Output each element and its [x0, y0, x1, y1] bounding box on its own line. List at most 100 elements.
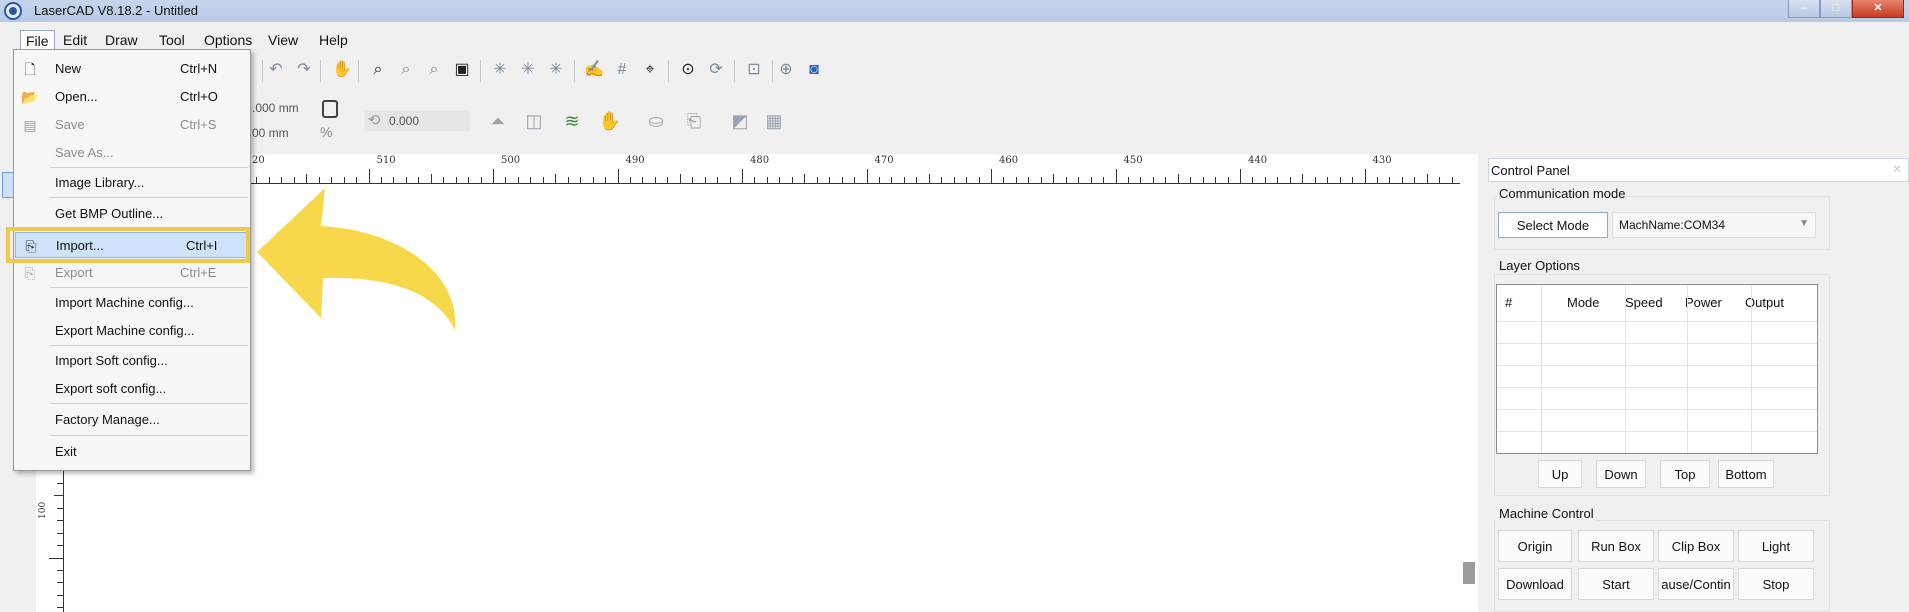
layer-top-button[interactable]: Top [1660, 460, 1710, 488]
curve-tool-icon[interactable]: ⌖ [640, 60, 660, 80]
menu-item-exit[interactable]: Exit [15, 439, 249, 465]
zoom-window-icon[interactable]: ⌕ [424, 60, 444, 80]
ungroup-icon[interactable]: ◩ [728, 109, 752, 133]
target-icon[interactable]: ⊕ [776, 60, 796, 80]
node-delete-icon[interactable]: ✳ [546, 60, 566, 80]
menu-item-image-library[interactable]: Image Library... [15, 170, 249, 196]
close-button[interactable]: ✕ [1852, 0, 1904, 18]
layer-table[interactable]: # Mode Speed Power Output [1496, 284, 1818, 454]
menu-item-label: Export [55, 265, 93, 280]
stop-button[interactable]: Stop [1738, 568, 1814, 600]
panel-close-icon[interactable]: ✕ [1892, 162, 1902, 176]
machine-name-select[interactable]: MachName:COM34 ▼ [1612, 212, 1816, 238]
run-box-button[interactable]: Run Box [1578, 530, 1654, 562]
path-order-icon[interactable]: ⟳ [706, 60, 726, 80]
select-mode-button[interactable]: Select Mode [1498, 212, 1608, 238]
height-field[interactable]: 00 mm [252, 124, 312, 144]
zoom-page-icon[interactable]: ▣ [452, 60, 472, 80]
ruler-tick [891, 177, 893, 183]
ruler-tick [1227, 177, 1229, 183]
ruler-tick [816, 177, 818, 183]
maximize-button[interactable]: □ [1820, 0, 1852, 18]
download-button[interactable]: Download [1498, 568, 1572, 600]
path-optimize-icon[interactable]: ⊙ [678, 60, 698, 80]
control-panel-header: Control Panel ✕ [1488, 158, 1909, 182]
ruler-tick [878, 177, 880, 183]
ruler-tick [1314, 177, 1316, 183]
group-icon[interactable]: ⎗ [682, 109, 706, 133]
start-button[interactable]: Start [1578, 568, 1654, 600]
menu-item-factory-manage[interactable]: Factory Manage... [15, 407, 249, 433]
menu-tool[interactable]: Tool [154, 30, 190, 50]
machine-settings-icon[interactable]: ⊡ [744, 60, 764, 80]
clip-box-button[interactable]: Clip Box [1658, 530, 1734, 562]
vertical-scrollbar[interactable] [1460, 154, 1478, 612]
menu-item-label: Factory Manage... [55, 412, 160, 427]
menu-item-export[interactable]: ⎘ Export Ctrl+E [15, 260, 249, 286]
distribute-icon[interactable]: ✋ [598, 109, 622, 133]
menu-options[interactable]: Options [199, 30, 257, 50]
mirror-vertical-icon[interactable]: ◫ [522, 109, 546, 133]
menu-item-open[interactable]: 📂 Open... Ctrl+O [15, 84, 249, 110]
menu-item-shortcut: Ctrl+S [180, 117, 217, 132]
ruler-tick [580, 177, 582, 183]
rotate-icon: ⟲ [367, 112, 381, 129]
ruler-tick [57, 507, 63, 509]
minimize-button[interactable]: – [1788, 0, 1820, 18]
light-button[interactable]: Light [1738, 530, 1814, 562]
ruler-tick [1078, 177, 1080, 183]
camera-icon[interactable]: ◙ [804, 60, 824, 80]
menu-item-label: Save As... [55, 145, 114, 160]
scrollbar-thumb[interactable] [1463, 562, 1475, 584]
ruler-tick [1103, 177, 1105, 183]
menu-item-new[interactable]: 🗋 New Ctrl+N [15, 56, 249, 82]
menu-item-export-machine-config[interactable]: Export Machine config... [15, 318, 249, 344]
communication-mode-title: Communication mode [1497, 186, 1628, 201]
table-divider [1541, 285, 1542, 453]
undo-icon[interactable]: ↶ [266, 60, 286, 80]
node-add-icon[interactable]: ✳ [518, 60, 538, 80]
menu-edit[interactable]: Edit [58, 30, 92, 50]
menu-item-import-machine-config[interactable]: Import Machine config... [15, 290, 249, 316]
menu-separator [50, 403, 248, 404]
array-copy-icon[interactable]: ⛀ [644, 109, 668, 133]
ruler-tick [592, 177, 594, 183]
hatch-icon[interactable]: ▦ [762, 109, 786, 133]
menu-item-export-soft-config[interactable]: Export soft config... [15, 376, 249, 402]
zoom-out-icon[interactable]: ⌕ [396, 60, 416, 80]
ruler-tick [903, 177, 905, 183]
zoom-in-icon[interactable]: ⌕ [368, 60, 388, 80]
lock-ratio-icon[interactable] [322, 100, 338, 118]
menu-help[interactable]: Help [314, 30, 353, 50]
menu-item-import-soft-config[interactable]: Import Soft config... [15, 348, 249, 374]
ruler-tick [1302, 174, 1304, 183]
ruler-tick [1426, 174, 1428, 183]
measure-icon[interactable]: ✍ [584, 60, 604, 80]
ruler-tick [841, 177, 843, 183]
menu-item-save-as[interactable]: Save As... [15, 140, 249, 166]
mirror-horizontal-icon[interactable]: ⏶ [486, 109, 510, 133]
redo-icon[interactable]: ↷ [294, 60, 314, 80]
pause-continue-button[interactable]: ause/Contin [1658, 568, 1734, 600]
ruler-tick [629, 177, 631, 183]
origin-button[interactable]: Origin [1498, 530, 1572, 562]
menu-view[interactable]: View [263, 30, 303, 50]
menu-item-get-bmp-outline[interactable]: Get BMP Outline... [15, 201, 249, 227]
node-edit-icon[interactable]: ✳ [490, 60, 510, 80]
align-icon[interactable]: ≋ [560, 109, 584, 133]
ruler-tick [1352, 177, 1354, 183]
toolbar-separator [734, 60, 735, 82]
menu-file[interactable]: File [20, 30, 55, 50]
pan-hand-icon[interactable]: ✋ [332, 60, 352, 80]
ruler-x-label: 510 [376, 155, 396, 166]
ruler-tick [57, 482, 63, 484]
layer-down-button[interactable]: Down [1596, 460, 1646, 488]
layer-up-button[interactable]: Up [1538, 460, 1582, 488]
ruler-tick [57, 569, 63, 571]
grid-icon[interactable]: # [612, 60, 632, 80]
new-file-icon: 🗋 [24, 61, 36, 77]
width-field[interactable]: .000 mm [252, 99, 312, 119]
menu-item-save[interactable]: ▤ Save Ctrl+S [15, 112, 249, 138]
menu-draw[interactable]: Draw [100, 30, 143, 50]
layer-bottom-button[interactable]: Bottom [1718, 460, 1774, 488]
